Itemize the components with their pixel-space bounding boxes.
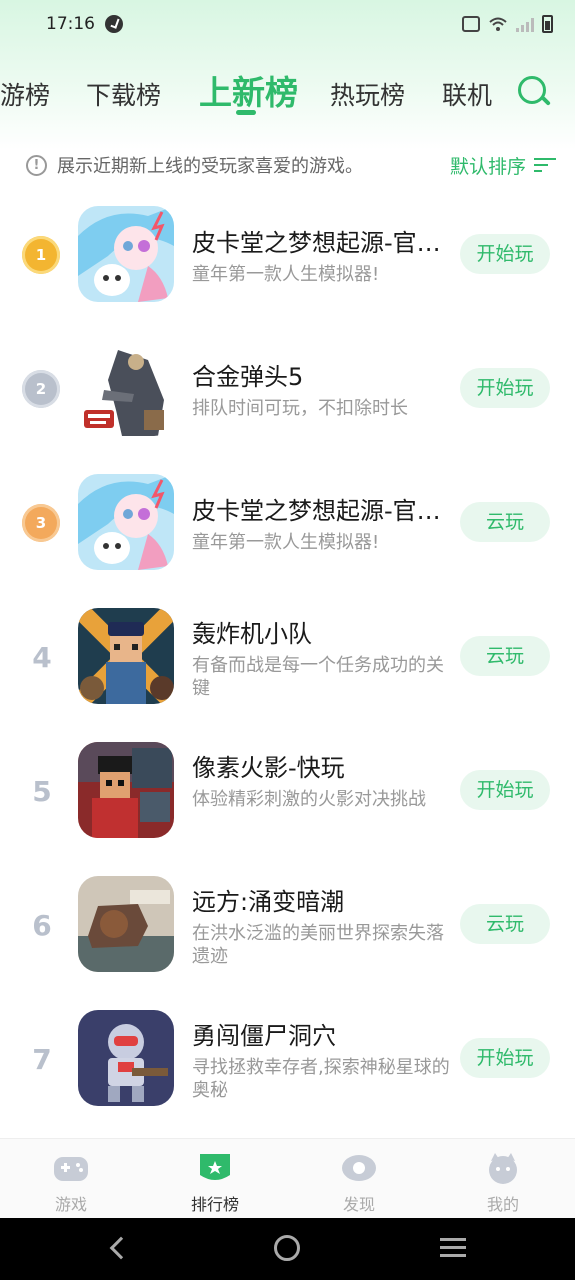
app-icon — [78, 1010, 174, 1106]
cloud-play-button[interactable]: 云玩 — [460, 636, 550, 676]
tab-partial[interactable]: 游榜 — [0, 76, 50, 112]
ranking-tabs: 游榜 下载榜 上新榜 热玩榜 联机 — [0, 62, 575, 122]
battery-icon — [542, 15, 553, 33]
ranking-badge-icon — [200, 1154, 230, 1180]
home-icon[interactable] — [274, 1235, 300, 1261]
app-name[interactable]: 合金弹头5 — [192, 357, 450, 392]
app-description: 体验精彩刺激的火影对决挑战 — [192, 789, 426, 810]
app-description: 有备而战是每一个任务成功的关键 — [192, 655, 444, 699]
wifi-icon — [489, 17, 507, 31]
notification-icon — [105, 15, 123, 33]
silver-medal-icon: 2 — [22, 370, 60, 408]
app-icon — [78, 206, 174, 302]
search-icon[interactable] — [516, 74, 551, 108]
cloud-play-button[interactable]: 云玩 — [460, 502, 550, 542]
nav-label: 游戏 — [54, 1195, 87, 1214]
list-item[interactable]: 7 勇闯僵尸洞穴 寻找拯救幸存者,探索神秘星球的奥秘 开始玩 — [0, 991, 575, 1125]
tab-new-ranking[interactable]: 上新榜 — [199, 66, 298, 114]
nav-label: 发现 — [342, 1195, 375, 1214]
list-item[interactable]: 1 皮卡堂之梦想起源-官方版 童年第一款人生模拟器! 开始玩 — [0, 187, 575, 321]
list-item[interactable]: 2 合金弹头5 排队时间可玩，不扣除时长 开始玩 — [0, 321, 575, 455]
app-name[interactable]: 像素火影-快玩 — [192, 748, 450, 783]
rank-number: 2 — [35, 380, 47, 398]
gold-medal-icon: 1 — [22, 236, 60, 274]
rank-number: 1 — [35, 246, 47, 264]
info-row: ! 展示近期新上线的受玩家喜爱的游戏。 默认排序 — [26, 150, 556, 180]
app-description: 在洪水泛滥的美丽世界探索失落遗迹 — [192, 923, 444, 967]
rank-number: 3 — [35, 514, 47, 532]
rank-number: 5 — [32, 775, 52, 808]
app-description: 排队时间可玩，不扣除时长 — [192, 398, 408, 419]
status-bar: 17:16 — [0, 0, 575, 48]
app-description: 童年第一款人生模拟器! — [192, 264, 380, 285]
app-description: 寻找拯救幸存者,探索神秘星球的奥秘 — [192, 1057, 450, 1101]
rank-number: 6 — [32, 909, 52, 942]
info-text: 展示近期新上线的受玩家喜爱的游戏。 — [57, 156, 363, 177]
app-icon — [78, 474, 174, 570]
app-icon — [78, 742, 174, 838]
nav-ranking[interactable]: 排行榜 — [165, 1139, 265, 1219]
nav-mine[interactable]: 我的 — [453, 1139, 553, 1219]
tab-multiplayer[interactable]: 联机 — [442, 76, 492, 112]
bottom-nav: 游戏 排行榜 发现 我的 — [0, 1138, 575, 1218]
play-button[interactable]: 开始玩 — [460, 1038, 550, 1078]
menu-icon[interactable] — [440, 1238, 466, 1258]
app-name[interactable]: 皮卡堂之梦想起源-官方版 — [192, 223, 450, 258]
sort-button[interactable]: 默认排序 — [450, 152, 556, 179]
nav-discover[interactable]: 发现 — [309, 1139, 409, 1219]
app-icon — [78, 876, 174, 972]
sort-icon — [534, 156, 556, 174]
app-name[interactable]: 皮卡堂之梦想起源-官方版 — [192, 491, 450, 526]
info-icon: ! — [26, 154, 47, 176]
rank-number: 7 — [32, 1043, 52, 1076]
play-button[interactable]: 开始玩 — [460, 770, 550, 810]
active-tab-indicator — [236, 110, 256, 115]
app-name[interactable]: 远方:涌变暗潮 — [192, 882, 450, 917]
nav-games[interactable]: 游戏 — [21, 1139, 121, 1219]
cloud-play-button[interactable]: 云玩 — [460, 904, 550, 944]
app-description: 童年第一款人生模拟器! — [192, 532, 380, 553]
vibrate-icon — [462, 16, 480, 32]
nav-label: 我的 — [486, 1195, 519, 1214]
app-name[interactable]: 勇闯僵尸洞穴 — [192, 1016, 450, 1051]
list-item[interactable]: 3 皮卡堂之梦想起源-官方版 童年第一款人生模拟器! 云玩 — [0, 455, 575, 589]
app-icon — [78, 608, 174, 704]
app-icon — [78, 340, 174, 436]
rank-number: 4 — [32, 641, 52, 674]
play-button[interactable]: 开始玩 — [460, 234, 550, 274]
app-name[interactable]: 轰炸机小队 — [192, 614, 450, 649]
tab-download-ranking[interactable]: 下载榜 — [86, 76, 161, 112]
bronze-medal-icon: 3 — [22, 504, 60, 542]
list-item[interactable]: 5 像素火影-快玩 体验精彩刺激的火影对决挑战 开始玩 — [0, 723, 575, 857]
nav-label: 排行榜 — [190, 1195, 239, 1214]
system-nav-bar — [0, 1218, 575, 1280]
status-time: 17:16 — [46, 14, 95, 34]
play-button[interactable]: 开始玩 — [460, 368, 550, 408]
gamepad-icon — [54, 1157, 88, 1181]
list-item[interactable]: 4 轰炸机小队 有备而战是每一个任务成功的关键 云玩 — [0, 589, 575, 723]
list-item[interactable]: 6 远方:涌变暗潮 在洪水泛滥的美丽世界探索失落遗迹 云玩 — [0, 857, 575, 991]
eye-icon — [342, 1155, 376, 1181]
sort-label: 默认排序 — [449, 155, 526, 178]
signal-icon — [516, 16, 534, 32]
back-icon[interactable] — [109, 1236, 133, 1260]
tab-hot-ranking[interactable]: 热玩榜 — [330, 76, 405, 112]
profile-icon — [489, 1153, 517, 1184]
